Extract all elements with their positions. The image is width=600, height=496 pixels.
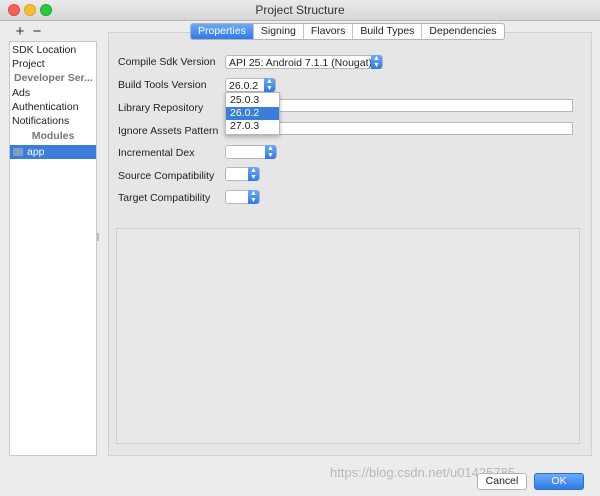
- chevron-updown-icon: ▲ ▼: [248, 167, 259, 181]
- ignore-assets-input[interactable]: [278, 122, 573, 135]
- source-compatibility-select[interactable]: ▲ ▼: [225, 167, 260, 181]
- incremental-dex-label: Incremental Dex: [118, 147, 195, 159]
- ok-button[interactable]: OK: [534, 473, 584, 490]
- build-tools-dropdown: 25.0.3 26.0.2 27.0.3: [225, 92, 280, 135]
- chevron-updown-icon: ▲ ▼: [264, 78, 275, 92]
- sidebar-item-authentication[interactable]: Authentication: [12, 101, 79, 113]
- sidebar-header-modules: Modules: [31, 130, 75, 142]
- sidebar-header-developer-services: Developer Ser...: [14, 72, 93, 84]
- target-compatibility-select[interactable]: ▲ ▼: [225, 190, 260, 204]
- tab-build-types[interactable]: Build Types: [353, 24, 423, 39]
- sidebar-item-notifications[interactable]: Notifications: [12, 115, 69, 127]
- sidebar-item-project[interactable]: Project: [12, 58, 45, 70]
- library-repository-label: Library Repository: [118, 102, 204, 114]
- chevron-updown-icon: ▲ ▼: [248, 190, 259, 204]
- remove-icon[interactable]: −: [30, 22, 44, 42]
- sidebar: SDK Location Project Developer Ser... Ad…: [9, 41, 97, 456]
- cancel-button[interactable]: Cancel: [477, 473, 527, 490]
- compile-sdk-select[interactable]: API 25: Android 7.1.1 (Nougat) ▲ ▼: [225, 55, 383, 69]
- target-compatibility-label: Target Compatibility: [118, 192, 211, 204]
- ignore-assets-label: Ignore Assets Pattern: [118, 125, 219, 137]
- tab-signing[interactable]: Signing: [254, 24, 304, 39]
- tab-dependencies[interactable]: Dependencies: [422, 24, 503, 39]
- chevron-updown-icon: ▲ ▼: [371, 55, 382, 69]
- details-area: [116, 228, 580, 444]
- build-tools-select[interactable]: 26.0.2 ▲ ▼: [225, 78, 276, 92]
- splitter-handle[interactable]: [97, 233, 99, 241]
- chevron-updown-icon: ▲ ▼: [265, 145, 276, 159]
- tab-flavors[interactable]: Flavors: [304, 24, 354, 39]
- compile-sdk-label: Compile Sdk Version: [118, 56, 216, 68]
- build-tools-option[interactable]: 25.0.3: [226, 94, 279, 107]
- sidebar-item-app-label: app: [27, 146, 45, 158]
- build-tools-value: 26.0.2: [229, 80, 259, 92]
- title-bar: Project Structure: [0, 0, 600, 21]
- incremental-dex-select[interactable]: ▲ ▼: [225, 145, 277, 159]
- add-icon[interactable]: +: [13, 22, 27, 42]
- folder-icon: [13, 148, 23, 156]
- compile-sdk-value: API 25: Android 7.1.1 (Nougat): [229, 57, 373, 69]
- sidebar-item-ads[interactable]: Ads: [12, 87, 30, 99]
- sidebar-item-sdk-location[interactable]: SDK Location: [12, 44, 76, 56]
- build-tools-option[interactable]: 27.0.3: [226, 120, 279, 133]
- build-tools-option-selected[interactable]: 26.0.2: [226, 107, 279, 120]
- window-title: Project Structure: [255, 3, 345, 17]
- tab-properties[interactable]: Properties: [191, 24, 254, 39]
- source-compatibility-label: Source Compatibility: [118, 170, 215, 182]
- library-repository-input[interactable]: [278, 99, 573, 112]
- build-tools-label: Build Tools Version: [118, 79, 207, 91]
- tab-bar: Properties Signing Flavors Build Types D…: [190, 23, 505, 40]
